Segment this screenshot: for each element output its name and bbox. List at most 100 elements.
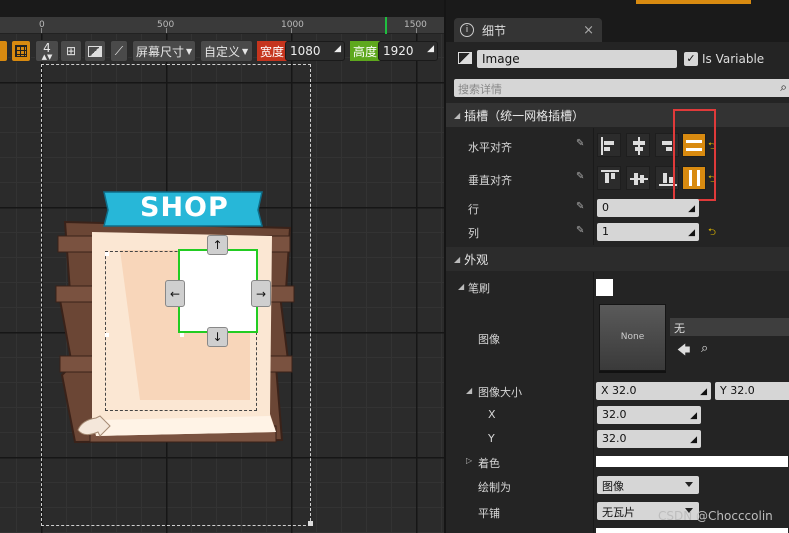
anchor-handle[interactable] [180, 333, 184, 337]
widget-image-icon [458, 52, 472, 64]
align-center-icon [638, 137, 640, 155]
x-label: X [488, 408, 496, 421]
y-input[interactable]: 32.0 ◢ [597, 430, 701, 448]
image-size-x-field[interactable]: X 32.0 ◢ [596, 382, 711, 400]
widget-name-input[interactable]: Image [477, 50, 677, 68]
h-align-label: 水平对齐 [468, 141, 512, 154]
resize-corner-icon: ◢ [688, 204, 695, 214]
brush-label: 笔刷 [468, 282, 490, 295]
column-label: 列 [468, 227, 479, 240]
use-selected-arrow-icon[interactable]: 🡄 [677, 341, 690, 363]
anchor-handle[interactable] [105, 252, 109, 256]
v-align-top-button[interactable] [597, 166, 621, 190]
align-middle-icon [630, 178, 648, 180]
widget-name-value: Image [482, 52, 520, 66]
name-row: Image ✓ Is Variable [446, 46, 789, 72]
search-placeholder: 搜索详情 [458, 83, 502, 96]
draw-as-label: 绘制为 [478, 481, 511, 494]
align-bar [611, 173, 615, 179]
annotation-highlight-box [673, 109, 716, 201]
resize-corner-icon: ◢ [700, 387, 707, 397]
nudge-down-button[interactable]: ↓ [207, 327, 228, 347]
is-variable-label: Is Variable [702, 52, 765, 66]
anchor-handle[interactable] [105, 333, 109, 337]
image-asset-picker[interactable]: 无 [670, 318, 789, 336]
row-label: 行 [468, 203, 479, 216]
align-bar [604, 141, 614, 145]
nudge-right-button[interactable]: → [251, 280, 271, 307]
browse-search-icon[interactable]: ⌕ [701, 341, 708, 356]
column-input[interactable]: 1 ◢ [597, 223, 699, 241]
accent-button-partial[interactable] [636, 0, 751, 4]
nudge-left-button[interactable]: ← [165, 280, 185, 307]
x-input[interactable]: 32.0 ◢ [597, 406, 701, 424]
arrow-right-icon: → [255, 286, 267, 301]
collapse-arrow-icon: ◢ [454, 254, 461, 264]
x-value: 32.0 [602, 408, 627, 421]
resize-corner-icon: ◢ [688, 228, 695, 238]
tint-label: 着色 [478, 457, 500, 470]
details-tab-bar: i 细节 × [446, 0, 789, 42]
reset-to-default-icon[interactable]: ⮌ [708, 225, 716, 242]
slot-category-label: 插槽（统一网格插槽） [464, 108, 585, 123]
tint-color-bar[interactable] [596, 456, 788, 467]
align-top-icon [601, 170, 619, 172]
align-bar [662, 141, 672, 145]
column-value: 1 [602, 225, 609, 238]
align-bar [604, 147, 610, 151]
column-divider [593, 128, 594, 245]
tab-details-label: 细节 [482, 23, 507, 38]
designer-viewport[interactable]: 0 500 1000 1500 4 ▲▼ ⊞ ⟋ 屏幕尺寸 ▼ 自定义 ▼ 宽度… [0, 0, 444, 533]
info-icon: i [460, 23, 474, 37]
align-bar [633, 141, 645, 145]
arrow-up-icon: ↑ [212, 238, 223, 252]
align-bar [663, 173, 667, 183]
image-thumbnail-label: None [620, 332, 645, 342]
resize-corner-icon: ◢ [690, 411, 697, 421]
details-search-input[interactable]: 搜索详情 ⌕ [454, 79, 789, 97]
ue-widget-editor: 0 500 1000 1500 4 ▲▼ ⊞ ⟋ 屏幕尺寸 ▼ 自定义 ▼ 宽度… [0, 0, 789, 533]
y-value: 32.0 [602, 432, 627, 445]
tiling-value: 无瓦片 [602, 506, 635, 519]
image-size-label: 图像大小 [478, 386, 522, 399]
row-input[interactable]: 0 ◢ [597, 199, 699, 217]
reset-icon[interactable]: ✎ [576, 171, 584, 182]
close-icon[interactable]: × [583, 23, 594, 38]
collapse-arrow-icon: ◢ [458, 282, 465, 291]
column-divider [593, 272, 594, 533]
draw-as-dropdown[interactable]: 图像 [597, 476, 699, 494]
brush-color-swatch[interactable] [596, 279, 613, 296]
slot-category-header[interactable]: ◢ 插槽（统一网格插槽） [446, 103, 789, 127]
is-variable-checkbox[interactable]: ✓ [684, 52, 698, 66]
v-align-center-button[interactable] [626, 166, 650, 190]
search-icon: ⌕ [780, 80, 787, 94]
align-bar [635, 147, 643, 151]
tab-details[interactable]: i 细节 × [454, 18, 602, 42]
h-align-center-button[interactable] [626, 133, 650, 157]
image-asset-value: 无 [674, 322, 685, 335]
align-bar [605, 173, 609, 183]
image-size-y-field[interactable]: Y 32.0 [715, 382, 789, 400]
collapse-arrow-icon: ◢ [466, 386, 473, 395]
reset-icon[interactable]: ✎ [576, 225, 584, 236]
image-size-y-value: Y 32.0 [720, 384, 755, 397]
image-thumbnail[interactable]: None [599, 304, 666, 371]
watermark: CSDN @Chocccolin [658, 509, 773, 523]
shop-title: SHOP [140, 192, 229, 223]
align-left-icon [601, 137, 603, 155]
align-bar [634, 173, 638, 185]
nudge-up-button[interactable]: ↑ [207, 235, 228, 255]
next-property-partial [596, 528, 788, 533]
h-align-left-button[interactable] [597, 133, 621, 157]
reset-icon[interactable]: ✎ [576, 201, 584, 212]
reset-icon[interactable]: ✎ [576, 138, 584, 149]
image-label: 图像 [478, 333, 500, 346]
selected-image-widget[interactable] [178, 249, 258, 333]
v-align-label: 垂直对齐 [468, 174, 512, 187]
appearance-category-label: 外观 [464, 252, 489, 267]
y-label: Y [488, 432, 495, 445]
row-value: 0 [602, 201, 609, 214]
details-panel: i 细节 × Image ✓ Is Variable 搜索详情 ⌕ ◢ 插槽（统… [444, 0, 789, 533]
expand-arrow-icon: ▷ [466, 456, 473, 465]
appearance-category-header[interactable]: ◢ 外观 [446, 247, 789, 271]
